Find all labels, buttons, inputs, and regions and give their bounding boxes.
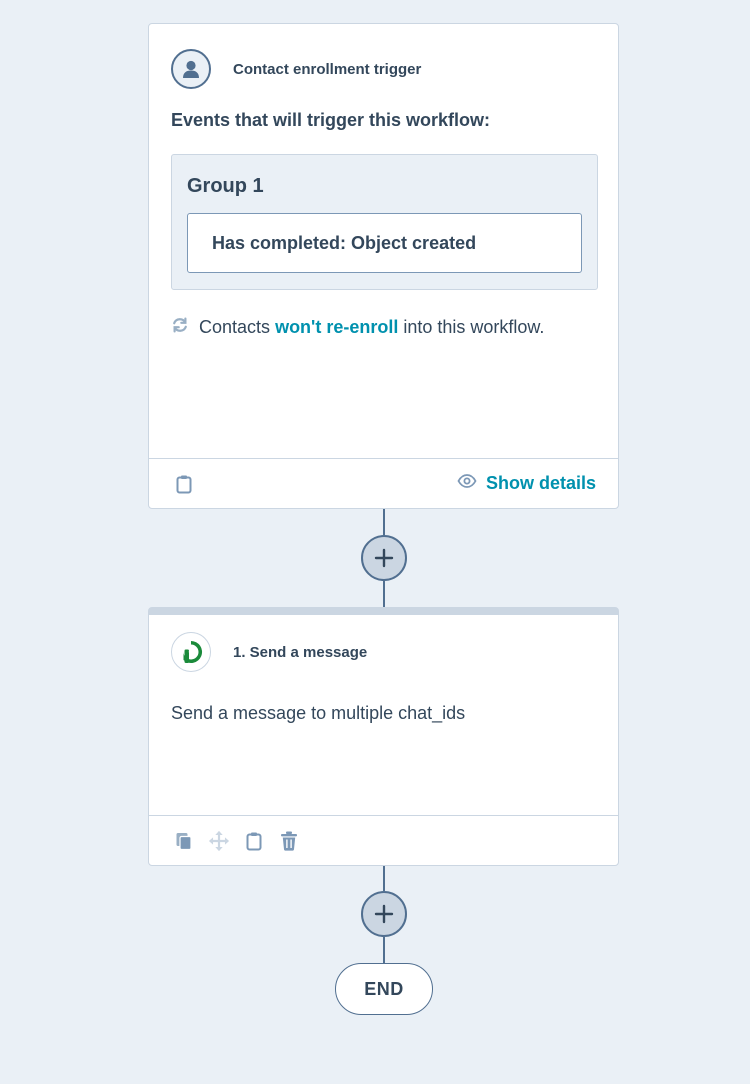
trigger-filter[interactable]: Has completed: Object created <box>187 213 582 273</box>
enrollment-trigger-card[interactable]: Contact enrollment trigger Events that w… <box>148 23 619 509</box>
workflow-end-marker: END <box>335 963 433 1015</box>
trigger-card-footer: Show details <box>149 458 618 508</box>
refresh-icon <box>171 316 189 339</box>
connector-line-bottom <box>383 937 385 963</box>
copy-icon[interactable] <box>173 830 195 852</box>
add-action-button[interactable] <box>361 891 407 937</box>
connector-line-top <box>383 509 385 535</box>
action-description: Send a message to multiple chat_ids <box>171 703 466 723</box>
reenroll-notice: Contacts won't re-enroll into this workf… <box>171 316 544 339</box>
plus-icon <box>374 548 394 568</box>
show-details-label: Show details <box>485 473 596 493</box>
group-title: Group 1 <box>187 175 264 197</box>
app-logo-icon <box>171 632 211 672</box>
connector-line-bottom <box>383 581 385 607</box>
trigger-filter-label: Has completed: Object created <box>212 232 477 253</box>
action-card-title: 1. Send a message <box>233 643 368 661</box>
trash-icon[interactable] <box>278 830 300 852</box>
events-heading: Events that will trigger this workflow: <box>171 110 491 130</box>
trigger-group: Group 1 Has completed: Object created <box>171 154 598 290</box>
contact-avatar-icon <box>171 49 211 89</box>
connector-line-top <box>383 866 385 891</box>
show-details-button[interactable]: Show details <box>457 473 596 494</box>
reenroll-link[interactable]: won't re-enroll <box>275 317 398 337</box>
eye-icon <box>457 474 477 493</box>
move-icon[interactable] <box>208 830 230 852</box>
clipboard-icon[interactable] <box>173 473 195 495</box>
send-message-action-card[interactable]: 1. Send a message Send a message to mult… <box>148 607 619 866</box>
reenroll-text: Contacts won't re-enroll into this workf… <box>199 317 545 337</box>
add-action-button[interactable] <box>361 535 407 581</box>
clipboard-icon[interactable] <box>243 830 265 852</box>
action-card-header: 1. Send a message <box>171 632 367 672</box>
trigger-card-header: Contact enrollment trigger <box>171 49 421 89</box>
action-card-footer <box>149 815 618 865</box>
trigger-card-title: Contact enrollment trigger <box>233 60 422 78</box>
plus-icon <box>374 904 394 924</box>
